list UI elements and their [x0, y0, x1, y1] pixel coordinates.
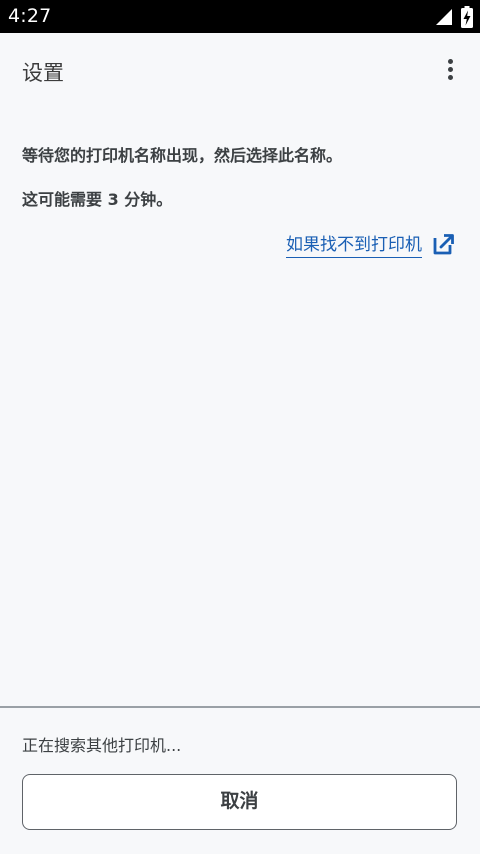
app-bar: 设置 [0, 33, 480, 106]
more-vert-icon-dot [448, 75, 453, 80]
cancel-button[interactable]: 取消 [22, 774, 457, 830]
bottom-panel: 正在搜索其他打印机... 取消 [0, 708, 480, 854]
main-content: 等待您的打印机名称出现，然后选择此名称。 这可能需要 3 分钟。 如果找不到打印… [0, 106, 480, 706]
page-title: 设置 [22, 61, 64, 85]
printer-not-found-link[interactable]: 如果找不到打印机 [286, 230, 422, 258]
more-options-button[interactable] [436, 53, 466, 87]
status-time: 4:27 [8, 5, 52, 27]
open-in-new-icon[interactable] [433, 233, 455, 255]
more-vert-icon-dot [448, 67, 453, 72]
battery-charging-icon [461, 6, 473, 28]
duration-text: 这可能需要 3 分钟。 [22, 190, 173, 209]
signal-icon [436, 9, 452, 25]
instruction-text: 等待您的打印机名称出现，然后选择此名称。 [22, 146, 343, 165]
searching-status-text: 正在搜索其他打印机... [22, 736, 182, 755]
status-bar: 4:27 [0, 0, 480, 33]
more-vert-icon [448, 59, 453, 64]
